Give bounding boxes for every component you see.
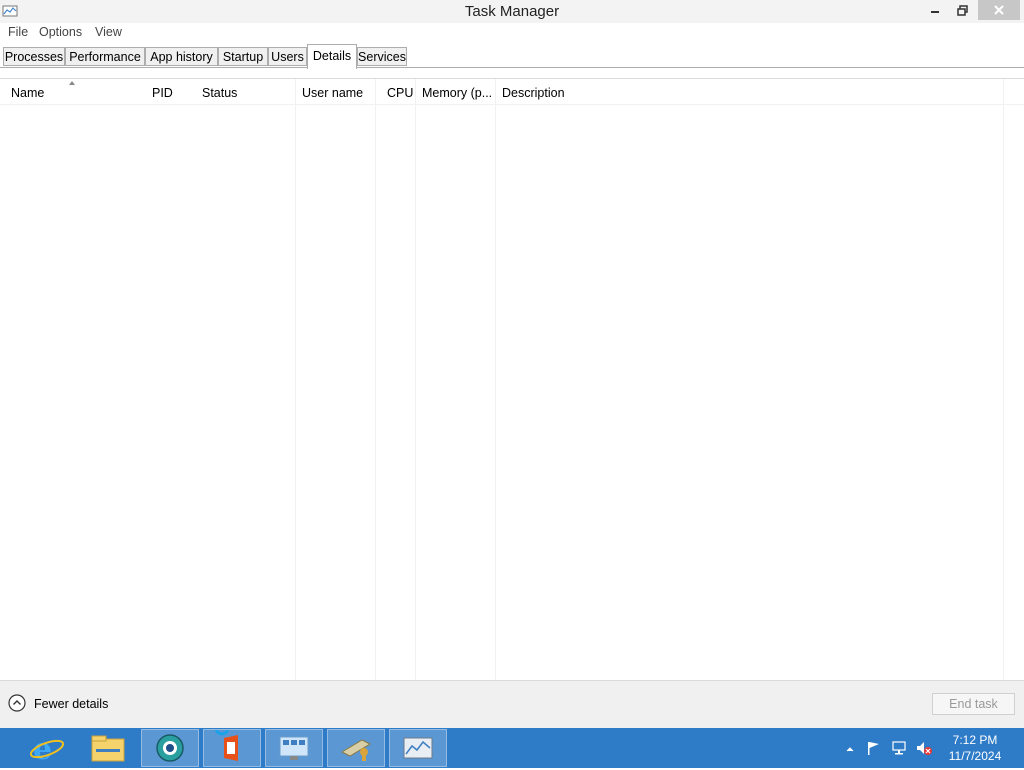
tab-processes[interactable]: Processes: [3, 47, 65, 66]
window-title: Task Manager: [464, 3, 560, 20]
title-bar: Task Manager: [0, 0, 1024, 23]
sort-ascending-icon: [69, 81, 75, 85]
process-list-body[interactable]: [0, 105, 1024, 680]
fewer-details-link[interactable]: Fewer details: [34, 697, 108, 711]
taskbar: e 7:12 PM 11/7/2024: [0, 720, 1024, 768]
column-pid[interactable]: PID: [152, 86, 173, 100]
column-user-name[interactable]: User name: [302, 86, 363, 100]
menu-view[interactable]: View: [95, 25, 122, 39]
tab-startup[interactable]: Startup: [218, 47, 268, 66]
tab-users[interactable]: Users: [268, 47, 307, 66]
tab-services[interactable]: Services: [357, 47, 407, 66]
tab-details[interactable]: Details: [307, 44, 357, 69]
column-cpu[interactable]: CPU: [387, 86, 413, 100]
tab-app-history[interactable]: App history: [145, 47, 218, 66]
tab-divider: [0, 67, 1024, 68]
volume-muted-icon[interactable]: [915, 740, 933, 759]
system-clock[interactable]: 7:12 PM 11/7/2024: [940, 732, 1010, 764]
svg-text:e: e: [33, 732, 52, 767]
column-header-row: Name PID Status User name CPU Memory (p.…: [0, 79, 1024, 105]
column-description[interactable]: Description: [502, 86, 565, 100]
tab-strip: Processes Performance App history Startu…: [0, 44, 1024, 69]
clock-date: 11/7/2024: [948, 749, 1002, 763]
tab-performance[interactable]: Performance: [65, 47, 145, 66]
column-status[interactable]: Status: [202, 86, 237, 100]
security-icon[interactable]: [327, 729, 385, 767]
show-hidden-icons-chevron-icon[interactable]: [846, 742, 854, 756]
chevron-up-icon[interactable]: [8, 694, 26, 712]
column-memory[interactable]: Memory (p...: [422, 86, 492, 100]
browser-icon[interactable]: [141, 729, 199, 767]
task-manager-icon[interactable]: [389, 729, 447, 767]
details-list: Name PID Status User name CPU Memory (p.…: [0, 78, 1024, 681]
menu-bar: File Options View: [0, 23, 1024, 43]
clock-time: 7:12 PM: [952, 733, 998, 747]
restore-button[interactable]: [948, 0, 976, 20]
file-explorer-icon[interactable]: [80, 729, 138, 767]
close-button[interactable]: [978, 0, 1020, 20]
internet-explorer-icon[interactable]: e: [18, 729, 76, 767]
office-icon[interactable]: [203, 720, 261, 767]
end-task-button[interactable]: End task: [932, 693, 1015, 715]
column-name[interactable]: Name: [11, 86, 44, 100]
menu-options[interactable]: Options: [39, 25, 82, 39]
network-icon[interactable]: [891, 740, 907, 759]
menu-file[interactable]: File: [8, 25, 28, 39]
minimize-button[interactable]: [920, 0, 950, 20]
action-center-flag-icon[interactable]: [866, 740, 882, 759]
footer-bar: Fewer details End task: [0, 680, 1024, 728]
control-panel-icon[interactable]: [265, 729, 323, 767]
